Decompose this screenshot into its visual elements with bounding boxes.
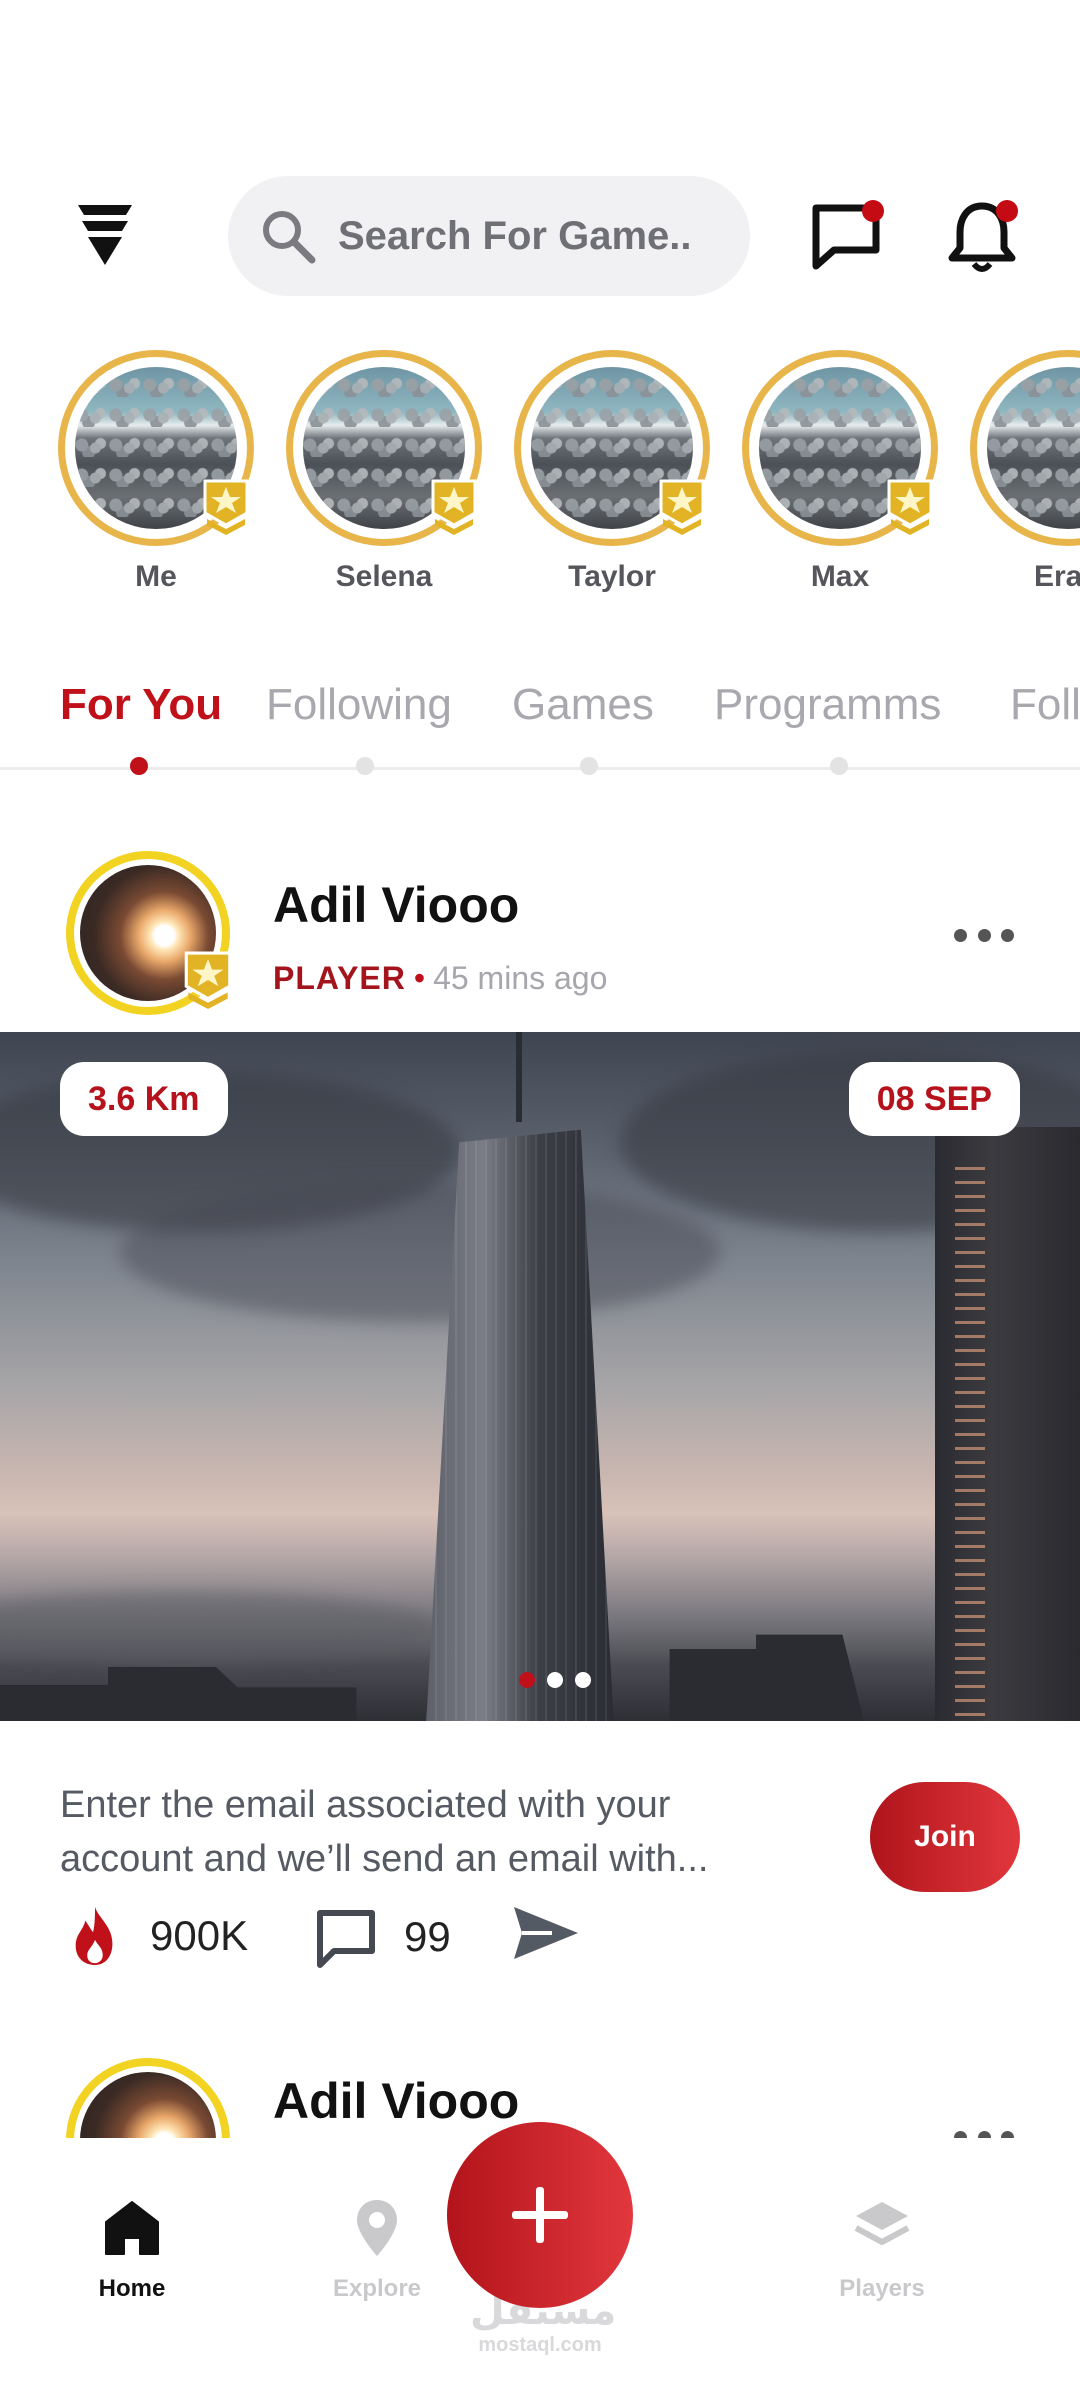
rank-badge-icon — [203, 479, 249, 535]
rank-badge-icon — [431, 479, 477, 535]
story-name: Taylor — [568, 560, 656, 593]
app-logo-icon[interactable] — [78, 205, 132, 265]
comments-count: 99 — [404, 1913, 451, 1960]
story-name: Me — [135, 560, 177, 593]
fire-icon — [75, 1907, 113, 1965]
plus-icon — [512, 2187, 568, 2243]
story-avatar — [286, 350, 482, 546]
distance-chip: 3.6 Km — [60, 1062, 228, 1136]
tab-indicator — [356, 757, 374, 775]
post-more-button[interactable] — [954, 920, 1014, 950]
tab-programms[interactable]: Programms — [714, 680, 941, 730]
share-button[interactable] — [512, 1905, 580, 1961]
rank-badge-icon — [659, 479, 705, 535]
story-avatar — [970, 350, 1080, 546]
story-item[interactable]: Era — [968, 350, 1080, 610]
tab-indicator — [830, 757, 848, 775]
messages-button[interactable] — [808, 196, 888, 276]
meta-separator: • — [413, 960, 426, 996]
right-building — [935, 1127, 1080, 1721]
image-pager[interactable] — [0, 1672, 1080, 1688]
nav-explore[interactable]: Explore — [297, 2198, 457, 2303]
story-item[interactable]: Selena — [284, 350, 484, 594]
more-dot — [977, 928, 991, 942]
layers-icon — [854, 2202, 910, 2245]
nav-label: Home — [98, 2275, 166, 2302]
likes-count: 900K — [150, 1912, 249, 1959]
search-input[interactable] — [338, 213, 728, 259]
like-button[interactable]: 900K — [66, 1905, 248, 1967]
home-icon — [105, 2201, 159, 2255]
comment-icon — [317, 1910, 375, 1968]
tab-games[interactable]: Games — [512, 680, 654, 730]
notifications-button[interactable] — [942, 196, 1022, 276]
tab-following[interactable]: Following — [266, 680, 452, 730]
story-name: Selena — [335, 560, 433, 593]
tab-for-you[interactable]: For You — [60, 680, 222, 730]
notifications-unread-dot — [996, 200, 1018, 222]
nav-home[interactable]: Home — [52, 2198, 212, 2303]
search-icon — [263, 211, 316, 264]
date-chip: 08 SEP — [848, 1062, 1020, 1136]
post-time: 45 mins ago — [433, 960, 608, 996]
create-post-button[interactable] — [447, 2122, 633, 2308]
tab-indicator — [580, 757, 598, 775]
nav-label: Explore — [332, 2275, 422, 2302]
story-item[interactable]: Taylor — [512, 350, 712, 594]
post-author-name[interactable]: Adil Viooo — [273, 876, 519, 934]
pager-dot-active[interactable] — [519, 1672, 535, 1688]
nav-players[interactable]: Players — [802, 2198, 962, 2303]
tab-foll[interactable]: Foll — [1010, 680, 1080, 730]
messages-unread-dot — [862, 200, 884, 222]
nav-label: Players — [839, 2275, 925, 2302]
more-dot — [954, 928, 967, 942]
story-name: Era — [1034, 560, 1080, 593]
post-description: Enter the email associated with your acc… — [60, 1784, 709, 1880]
post-author-name[interactable]: Adil Viooo — [273, 2072, 519, 2130]
search-bar[interactable] — [228, 176, 750, 296]
story-item[interactable]: Me — [56, 350, 256, 594]
tower-spire — [516, 1032, 522, 1122]
story-item[interactable]: Max — [740, 350, 940, 594]
join-button[interactable]: Join — [870, 1782, 1020, 1892]
post-author-role: PLAYER — [273, 960, 406, 996]
story-avatar — [58, 350, 254, 546]
tab-indicator-active — [130, 757, 148, 775]
story-avatar — [742, 350, 938, 546]
pager-dot[interactable] — [547, 1672, 563, 1688]
send-icon — [514, 1907, 578, 1959]
more-dot — [1001, 928, 1014, 942]
feed-tabs: For You Following Games Programms Foll — [0, 660, 1080, 775]
post-author-avatar[interactable] — [66, 851, 232, 1015]
story-avatar — [514, 350, 710, 546]
rank-badge-icon — [887, 479, 933, 535]
post-author-avatar[interactable] — [66, 2058, 230, 2140]
post-meta: PLAYER • 45 mins ago — [273, 960, 607, 997]
watermark-latin: mostaql.com — [478, 2334, 602, 2356]
rank-badge-icon — [184, 951, 232, 1009]
location-pin-icon — [357, 2200, 397, 2256]
story-name: Max — [810, 560, 870, 593]
pager-dot[interactable] — [575, 1672, 591, 1688]
comment-button[interactable]: 99 — [314, 1905, 451, 1969]
post-image[interactable]: 3.6 Km 08 SEP — [0, 1032, 1080, 1721]
